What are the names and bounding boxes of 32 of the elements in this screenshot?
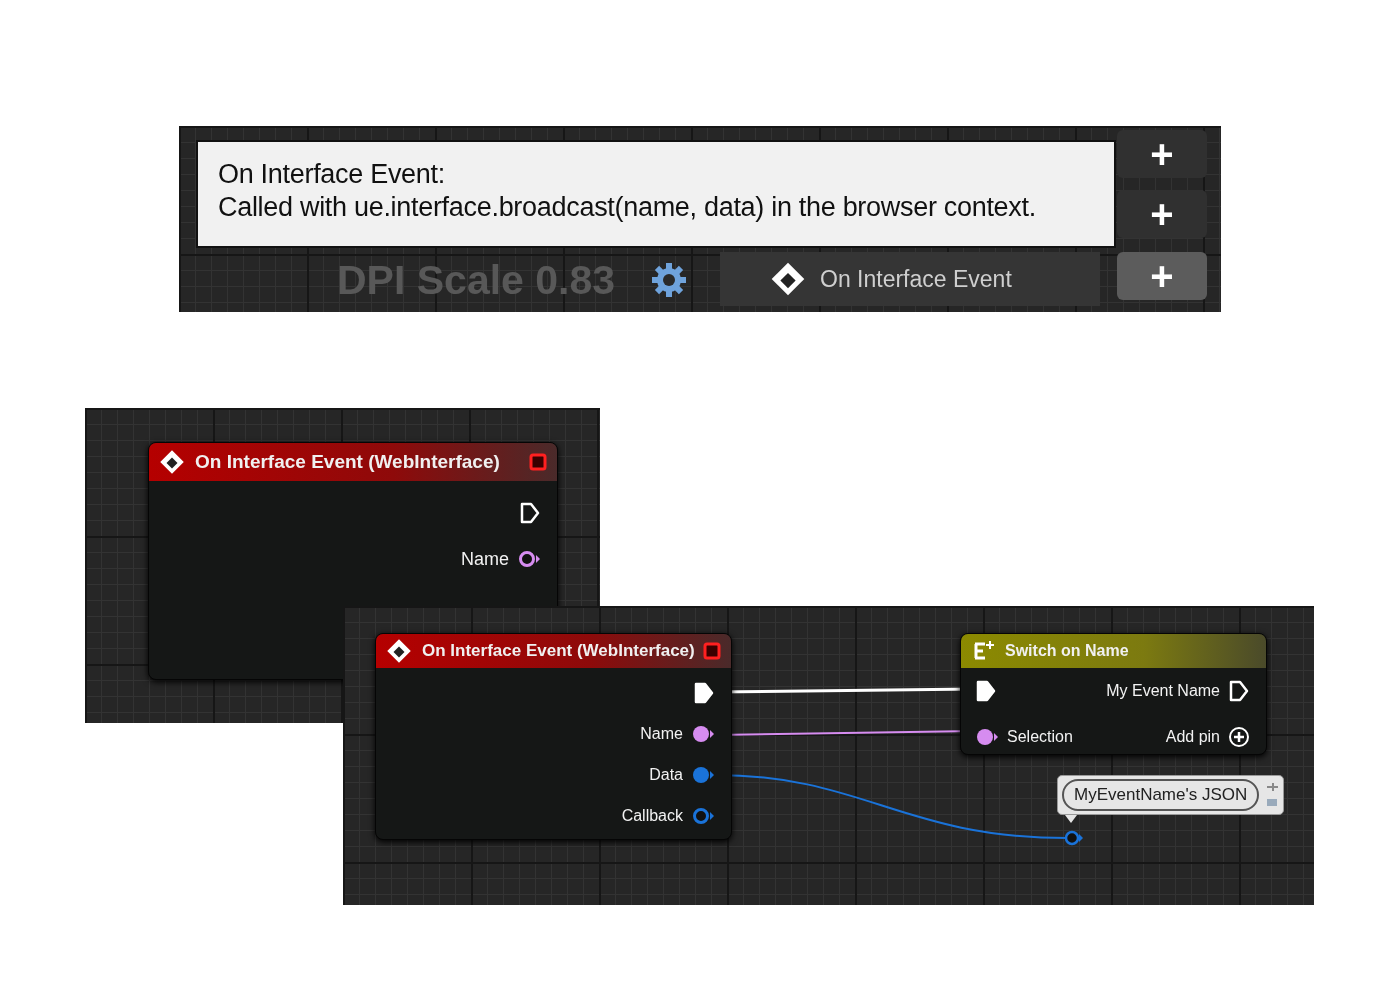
data-pin-icon[interactable] bbox=[691, 805, 715, 826]
square-icon bbox=[703, 642, 721, 660]
reroute-knot-icon[interactable] bbox=[1064, 830, 1083, 846]
pin-label[interactable]: My Event Name bbox=[1106, 679, 1220, 703]
data-pin-icon[interactable] bbox=[975, 727, 999, 747]
data-pin-icon[interactable] bbox=[691, 764, 715, 785]
pin-icon[interactable] bbox=[1265, 781, 1280, 809]
data-pin-icon[interactable] bbox=[691, 723, 715, 744]
add-pin-icon[interactable] bbox=[1228, 726, 1250, 748]
exec-pin-icon[interactable] bbox=[693, 680, 715, 705]
square-icon bbox=[529, 453, 547, 471]
add-button[interactable]: + bbox=[1117, 190, 1207, 238]
pin-label[interactable]: Data bbox=[649, 762, 683, 787]
event-list-item[interactable]: On Interface Event bbox=[720, 252, 1100, 306]
pin-label[interactable]: Callback bbox=[621, 803, 683, 828]
node-title: On Interface Event (WebInterface) bbox=[195, 449, 501, 474]
node-title: On Interface Event (WebInterface) bbox=[422, 640, 693, 663]
add-pin-label[interactable]: Add pin bbox=[1165, 725, 1220, 749]
node-title: Switch on Name bbox=[1005, 641, 1130, 661]
add-button[interactable]: + bbox=[1117, 130, 1207, 178]
pin-label[interactable]: Selection bbox=[1007, 725, 1073, 749]
data-pin-icon[interactable] bbox=[517, 549, 541, 569]
exec-pin-icon[interactable] bbox=[975, 679, 997, 703]
comment-label: MyEventName's JSON bbox=[1062, 779, 1260, 811]
pin-label[interactable]: Name bbox=[640, 721, 683, 746]
pin-label[interactable]: Name bbox=[461, 545, 509, 573]
tooltip-description: Called with ue.interface.broadcast(name, data) in the browser context. bbox=[218, 191, 1037, 224]
exec-pin-icon[interactable] bbox=[519, 501, 541, 525]
add-button[interactable]: + bbox=[1117, 252, 1207, 300]
gear-icon[interactable] bbox=[649, 260, 689, 300]
exec-pin-icon[interactable] bbox=[1228, 679, 1250, 703]
tooltip-title: On Interface Event: bbox=[218, 158, 446, 191]
